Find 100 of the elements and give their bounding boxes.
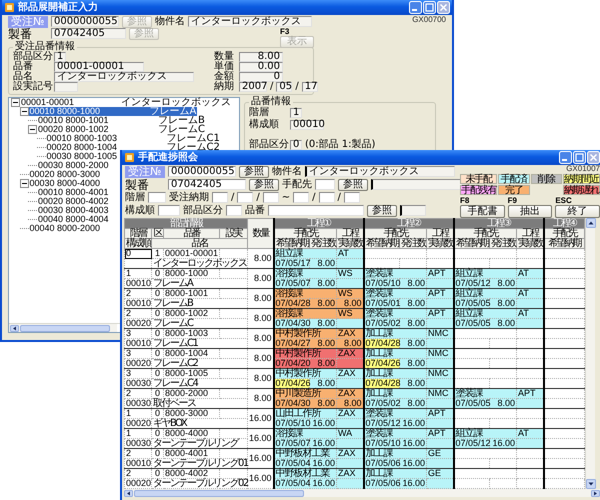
reference-button[interactable]: 参照 [249, 178, 279, 190]
close-button[interactable] [587, 151, 600, 164]
collapse-icon[interactable] [28, 125, 37, 134]
horizontal-scrollbar[interactable] [9, 324, 117, 332]
reference-button[interactable]: 参照 [239, 166, 269, 178]
field-label: 構成順 [125, 206, 155, 216]
text-field[interactable]: 00001-00001 [54, 62, 144, 72]
field-label: 品番 [245, 206, 265, 216]
tree-item[interactable]: 00030 8000-1005 [46, 152, 118, 161]
table-cell: 07/05/04 [274, 458, 310, 468]
table-cell: 07/05/02 [364, 318, 400, 328]
right-arrow-icon[interactable] [591, 490, 600, 496]
vendor-field[interactable] [315, 179, 335, 190]
collapse-icon[interactable] [20, 107, 28, 116]
collapse-icon[interactable] [20, 179, 28, 188]
table-cell: 07/05/05 [454, 298, 490, 308]
date-field[interactable]: 05 [276, 82, 292, 92]
tree-item[interactable]: 00030 8000-4003 [37, 206, 110, 215]
table-cell: 溶接課 [274, 428, 336, 438]
sequence-field[interactable] [158, 205, 180, 216]
project-name-field[interactable]: インターロックボックス [305, 166, 455, 177]
field-label: 金額 [214, 72, 235, 82]
part-number-field[interactable] [268, 205, 364, 216]
date-field[interactable] [237, 192, 254, 203]
minimize-button[interactable] [559, 151, 572, 164]
table-cell: NMC [426, 368, 454, 378]
text-field[interactable]: インターロックボックス [54, 72, 194, 82]
order-number-field[interactable]: 0000000055 [168, 166, 236, 177]
column-header: 手配先 [274, 228, 336, 238]
tree-item[interactable]: 00010 8000-1000 フレームA [28, 107, 198, 116]
table-cell: ZAX [336, 388, 364, 398]
table-cell: 00010 [124, 458, 152, 468]
reference-button[interactable]: 参照 [367, 204, 397, 216]
date-field[interactable] [212, 192, 228, 203]
part-name-field[interactable] [400, 205, 426, 216]
level-field[interactable] [148, 192, 166, 203]
field-label: 品番 [13, 62, 34, 72]
text-field[interactable]: 00010 [290, 120, 324, 130]
scroll-thumb[interactable] [134, 490, 304, 496]
date-field[interactable] [293, 192, 310, 203]
table-cell: ZAX [336, 368, 364, 378]
left-arrow-icon[interactable] [124, 490, 133, 496]
project-name-field[interactable]: インターロックボックス [188, 16, 312, 27]
serial-number-field[interactable]: 07042405 [51, 28, 126, 39]
close-button[interactable] [437, 1, 450, 14]
date-field[interactable] [262, 192, 279, 203]
date-field[interactable]: 17 [302, 82, 318, 92]
app-icon [124, 152, 135, 163]
maximize-button[interactable] [573, 151, 586, 164]
tree-item[interactable]: 00040 8000-4004 [37, 215, 110, 224]
text-field[interactable]: 1 [290, 108, 302, 118]
collapse-icon[interactable] [11, 98, 20, 107]
vendor-name-field[interactable] [371, 179, 463, 190]
vertical-scrollbar[interactable] [585, 218, 596, 489]
order-number-field[interactable]: 0000000055 [51, 16, 119, 27]
reference-button[interactable]: 参照 [338, 178, 368, 190]
table-cell: 00001-00001 [164, 248, 220, 258]
text-field[interactable]: 0 [290, 140, 302, 150]
table-cell: 塗装課 [364, 408, 427, 418]
action-button[interactable]: 終了 [555, 205, 600, 218]
column-group-header: 工程④ [544, 218, 585, 228]
table-cell: 8000-3000 [164, 408, 220, 418]
text-field[interactable]: 0 [239, 72, 283, 82]
tree-item[interactable]: 00010 8000-4001 [37, 188, 110, 197]
text-field[interactable]: 8.00 [239, 52, 283, 62]
left-arrow-icon[interactable] [10, 324, 19, 332]
column-header: 手配先 [364, 228, 427, 238]
text-field[interactable]: 1 [54, 52, 66, 62]
table-cell: AT [516, 288, 544, 298]
table-cell: 07/05/05 [454, 318, 490, 328]
table-cell: NMC [426, 388, 454, 398]
tree-item[interactable]: 00020 8000-3000 [28, 170, 102, 179]
action-button[interactable]: 手配書 [460, 205, 505, 218]
action-button[interactable]: 抽出 [508, 205, 552, 218]
window-title: 部品展開補正入力 [18, 2, 98, 14]
minimize-button[interactable] [409, 1, 422, 14]
tree-item[interactable]: 00030 8000-4000 [28, 179, 102, 188]
tree-item[interactable]: 00020 8000-1002 フレームC [37, 125, 206, 134]
part-code: 00010 8000-1003 [46, 134, 118, 143]
date-field[interactable] [344, 192, 360, 203]
tree-item[interactable]: 00040 8000-2000 [28, 224, 102, 233]
date-field[interactable] [318, 192, 335, 203]
text-field[interactable]: 0.00 [239, 62, 283, 72]
tree-item[interactable]: 00001-00001 インターロックボックス [20, 98, 232, 107]
tree-item[interactable]: 00030 8000-2000 [37, 161, 110, 170]
part-code: 00020 8000-1002 [38, 125, 110, 134]
horizontal-scrollbar[interactable] [124, 489, 600, 497]
date-field[interactable]: 2007 [239, 82, 267, 92]
tree-item[interactable]: 00010 8000-1001 フレームB [37, 116, 206, 125]
table-cell: ZAX [336, 468, 364, 478]
text-field[interactable] [54, 82, 78, 92]
maximize-button[interactable] [423, 1, 436, 14]
part-type-field[interactable] [226, 205, 242, 216]
scroll-thumb[interactable] [20, 324, 110, 332]
tree-item[interactable]: 00020 8000-4002 [37, 197, 110, 206]
table-cell: 8000-4000 [164, 428, 220, 438]
table-cell: ZAX [336, 328, 364, 338]
column-header: 発注数 [490, 238, 517, 248]
tree-item[interactable]: 00010 8000-1003 フレームC1 [46, 134, 221, 143]
serial-number-field[interactable]: 07042405 [168, 179, 246, 190]
